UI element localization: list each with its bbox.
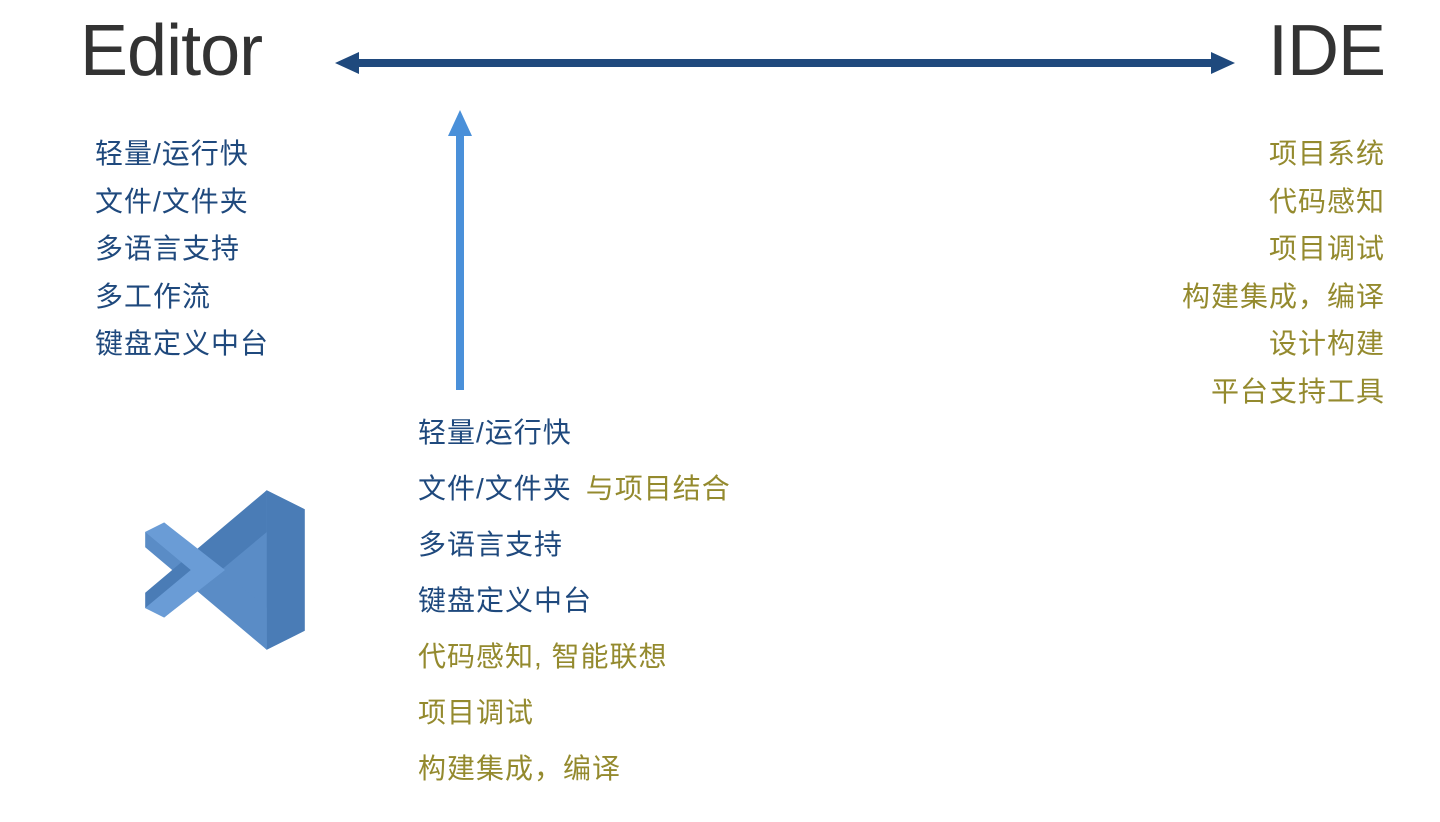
- vscode-logo-icon: [130, 475, 320, 665]
- editor-feature-item: 文件/文件夹: [95, 178, 269, 226]
- ide-feature-item: 项目调试: [1182, 225, 1385, 273]
- editor-feature-item: 多工作流: [95, 273, 269, 321]
- vscode-feature-row: 轻量/运行快: [418, 405, 731, 461]
- editor-feature-item: 键盘定义中台: [95, 320, 269, 368]
- vscode-feature-row: 代码感知, 智能联想: [418, 629, 731, 685]
- ide-feature-item: 项目系统: [1182, 130, 1385, 178]
- vscode-feature-row: 构建集成，编译: [418, 741, 731, 797]
- ide-feature-item: 设计构建: [1182, 320, 1385, 368]
- vscode-feature-row: 文件/文件夹与项目结合: [418, 461, 731, 517]
- vscode-features-list: 轻量/运行快 文件/文件夹与项目结合 多语言支持 键盘定义中台 代码感知, 智能…: [418, 405, 731, 797]
- feature-editor-part: 多语言支持: [418, 529, 563, 560]
- vscode-feature-row: 键盘定义中台: [418, 573, 731, 629]
- feature-ide-part: 构建集成，编译: [418, 753, 621, 784]
- feature-editor-part: 键盘定义中台: [418, 585, 592, 616]
- ide-feature-item: 构建集成，编译: [1182, 273, 1385, 321]
- vscode-feature-row: 多语言支持: [418, 517, 731, 573]
- feature-editor-part: 轻量/运行快: [418, 417, 572, 448]
- feature-ide-part: 代码感知, 智能联想: [418, 641, 668, 672]
- vertical-up-arrow-icon: [445, 110, 475, 390]
- ide-title: IDE: [1268, 10, 1385, 92]
- ide-feature-item: 代码感知: [1182, 178, 1385, 226]
- vscode-feature-row: 项目调试: [418, 685, 731, 741]
- editor-feature-item: 多语言支持: [95, 225, 269, 273]
- feature-ide-part: 项目调试: [418, 697, 534, 728]
- editor-features-list: 轻量/运行快 文件/文件夹 多语言支持 多工作流 键盘定义中台: [95, 130, 269, 368]
- horizontal-double-arrow-icon: [335, 48, 1235, 78]
- ide-feature-item: 平台支持工具: [1182, 368, 1385, 416]
- editor-title: Editor: [80, 10, 262, 92]
- feature-editor-part: 文件/文件夹: [418, 473, 572, 504]
- ide-features-list: 项目系统 代码感知 项目调试 构建集成，编译 设计构建 平台支持工具: [1182, 130, 1385, 416]
- feature-ide-part: 与项目结合: [586, 473, 731, 504]
- editor-feature-item: 轻量/运行快: [95, 130, 269, 178]
